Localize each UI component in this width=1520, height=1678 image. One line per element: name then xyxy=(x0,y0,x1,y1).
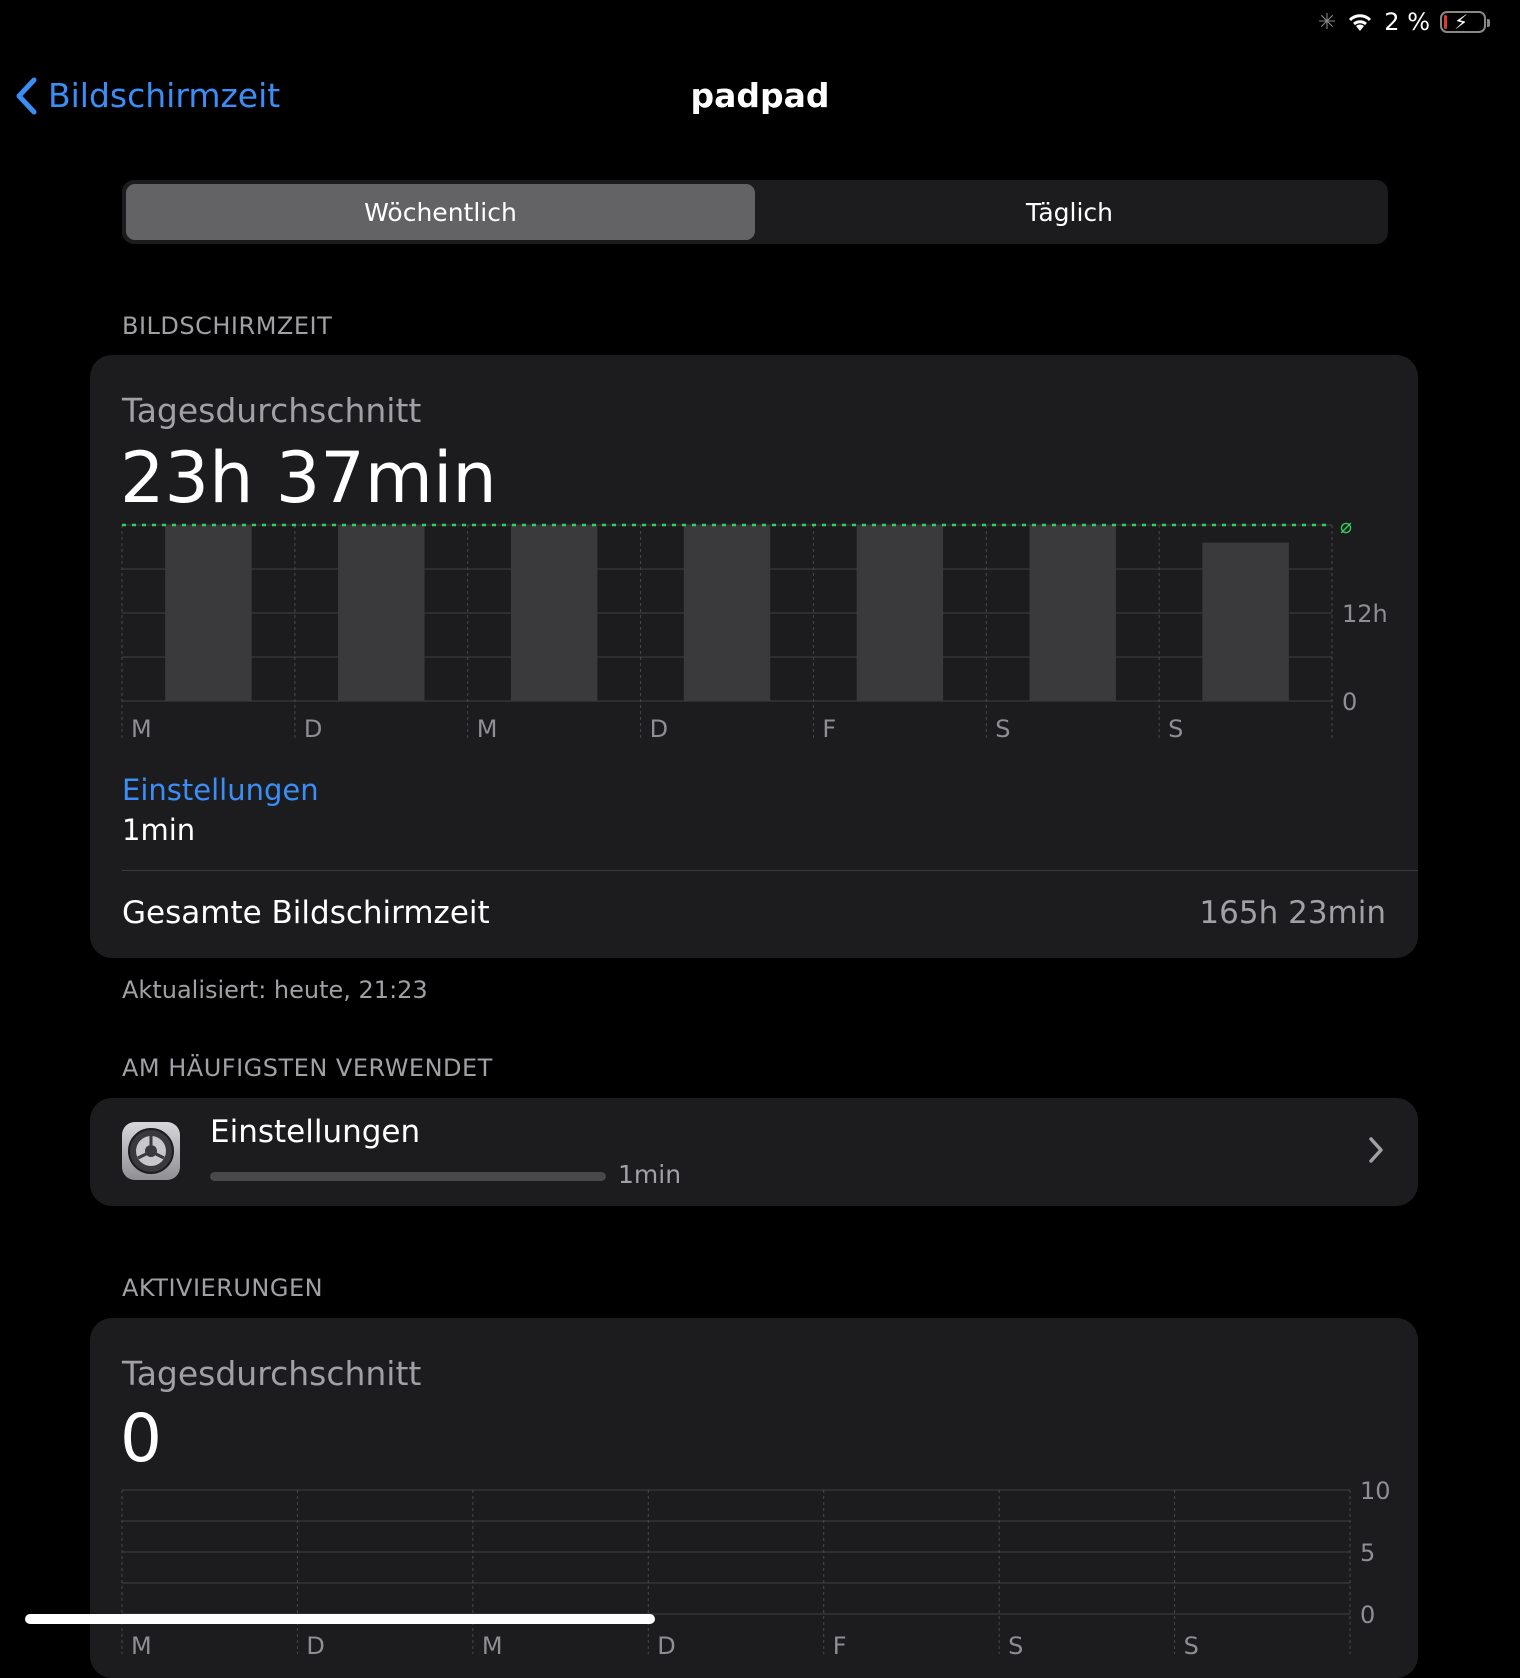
day-label: S xyxy=(995,715,1010,743)
tab-weekly[interactable]: Wöchentlich xyxy=(126,184,755,240)
average-marker: ⌀ xyxy=(1340,514,1352,538)
day-label: S xyxy=(1168,715,1183,743)
section-header-most-used: AM HÄUFIGSTEN VERWENDET xyxy=(122,1054,493,1082)
battery-icon: ⚡ xyxy=(1440,10,1490,34)
bar xyxy=(338,525,425,701)
category-settings-label[interactable]: Einstellungen xyxy=(122,773,319,807)
wifi-icon xyxy=(1349,14,1372,31)
chevron-right-icon xyxy=(1369,1137,1383,1163)
activations-average-label: Tagesdurchschnitt xyxy=(122,1354,422,1393)
day-label: D xyxy=(657,1632,675,1660)
y-tick-label: 0 xyxy=(1360,1601,1375,1629)
screen-time-chart: M D M D F S S 0 12h ⌀ xyxy=(90,514,1418,743)
y-tick-label: 0 xyxy=(1342,688,1357,716)
tab-daily[interactable]: Täglich xyxy=(755,184,1384,240)
bar xyxy=(510,525,598,701)
total-screen-time-label: Gesamte Bildschirmzeit xyxy=(122,895,490,931)
bar xyxy=(683,525,771,701)
bar xyxy=(1029,525,1116,701)
activity-spinner-icon: ✳ xyxy=(1317,9,1337,35)
day-label: S xyxy=(1184,1632,1199,1660)
app-usage-bar xyxy=(210,1172,606,1181)
activations-average-value: 0 xyxy=(120,1400,162,1477)
daily-average-label: Tagesdurchschnitt xyxy=(122,391,422,430)
bar xyxy=(1202,542,1289,701)
card-divider xyxy=(122,870,1418,871)
period-segmented-control: Wöchentlich Täglich xyxy=(122,180,1388,244)
day-label: M xyxy=(482,1632,503,1660)
category-settings-value: 1min xyxy=(122,813,196,847)
y-tick-label: 5 xyxy=(1360,1539,1375,1567)
most-used-app-row[interactable]: Einstellungen 1min xyxy=(90,1098,1418,1206)
page-title: padpad xyxy=(690,76,830,115)
section-header-screen-time: BILDSCHIRMZEIT xyxy=(122,312,333,340)
home-indicator[interactable] xyxy=(25,1614,655,1624)
activations-card: Tagesdurchschnitt 0 M D M D F S S 0 5 10 xyxy=(90,1318,1418,1678)
day-label: D xyxy=(304,715,322,743)
y-tick-label: 12h xyxy=(1342,600,1388,628)
settings-gear-icon xyxy=(122,1122,180,1180)
day-label: S xyxy=(1008,1632,1023,1660)
day-label: F xyxy=(833,1632,847,1660)
day-label: F xyxy=(822,715,836,743)
day-label: M xyxy=(131,1632,152,1660)
updated-timestamp: Aktualisiert: heute, 21:23 xyxy=(122,976,428,1004)
battery-percent: 2 % xyxy=(1384,8,1430,36)
app-usage-time: 1min xyxy=(618,1160,682,1189)
day-label: M xyxy=(477,715,498,743)
day-label: D xyxy=(650,715,668,743)
screen-time-bar-chart: M D M D F S S 0 12h ⌀ xyxy=(121,514,1388,743)
section-header-activations: AKTIVIERUNGEN xyxy=(122,1274,324,1302)
screen-time-card: Tagesdurchschnitt 23h 37min M D M D F S S 0 12h ⌀… xyxy=(90,355,1418,958)
app-name: Einstellungen xyxy=(210,1114,421,1150)
status-bar: ✳ 2 % ⚡ xyxy=(1317,8,1490,36)
bar xyxy=(165,525,252,701)
bar xyxy=(856,525,944,701)
day-label: M xyxy=(131,715,152,743)
day-label: D xyxy=(306,1632,324,1660)
total-screen-time-value: 165h 23min xyxy=(1199,895,1386,931)
daily-average-value: 23h 37min xyxy=(120,437,497,519)
y-tick-label: 10 xyxy=(1360,1477,1391,1505)
